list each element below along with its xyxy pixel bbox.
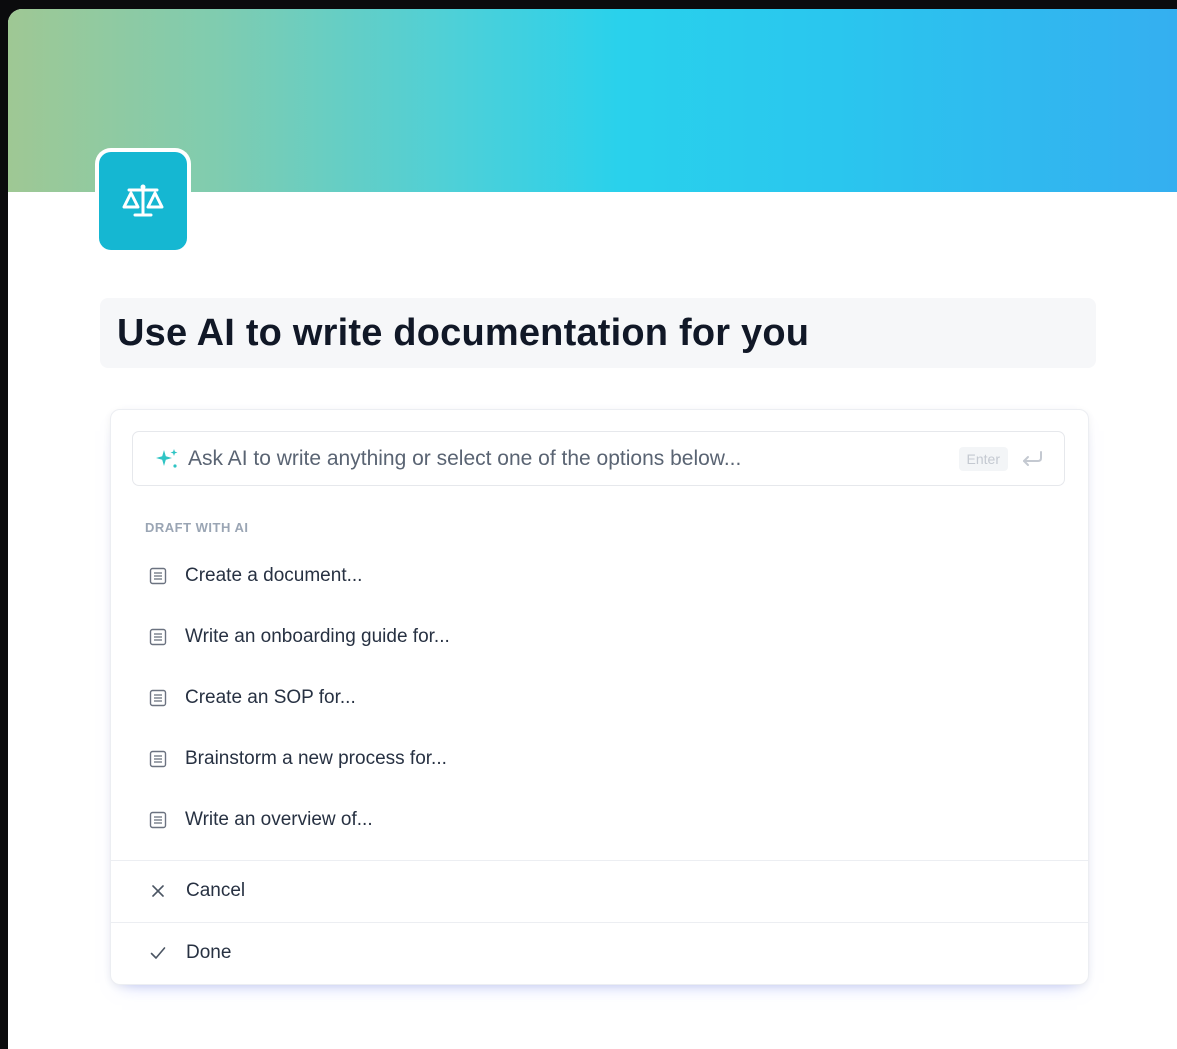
section-label-draft-with-ai: DRAFT WITH AI <box>145 520 249 535</box>
page-title[interactable]: Use AI to write documentation for you <box>117 312 809 355</box>
done-label: Done <box>186 942 232 963</box>
document-icon <box>149 567 167 585</box>
menu-item-label: Brainstorm a new process for... <box>185 748 447 769</box>
sparkle-icon <box>155 447 179 471</box>
ai-prompt-input[interactable] <box>188 446 959 471</box>
ai-prompt-box[interactable]: Enter <box>132 431 1065 486</box>
page-title-block[interactable]: Use AI to write documentation for you <box>100 298 1096 368</box>
document-window: Use AI to write documentation for you En… <box>8 9 1177 1049</box>
page-icon[interactable] <box>95 148 191 254</box>
done-button[interactable]: Done <box>135 929 1065 977</box>
menu-item-onboarding-guide[interactable]: Write an onboarding guide for... <box>135 615 1065 659</box>
enter-key-badge: Enter <box>958 446 1008 471</box>
check-icon <box>150 945 166 961</box>
menu-item-create-document[interactable]: Create a document... <box>135 554 1065 598</box>
menu-item-write-overview[interactable]: Write an overview of... <box>135 798 1065 842</box>
menu-item-label: Create an SOP for... <box>185 687 356 708</box>
document-icon <box>149 689 167 707</box>
divider <box>111 922 1088 923</box>
document-icon <box>149 811 167 829</box>
menu-item-label: Create a document... <box>185 565 363 586</box>
document-icon <box>149 750 167 768</box>
return-icon[interactable] <box>1020 449 1044 469</box>
document-icon <box>149 628 167 646</box>
cancel-label: Cancel <box>186 880 246 901</box>
divider <box>111 860 1088 861</box>
menu-item-brainstorm-process[interactable]: Brainstorm a new process for... <box>135 737 1065 781</box>
menu-item-create-sop[interactable]: Create an SOP for... <box>135 676 1065 720</box>
close-icon <box>150 883 166 899</box>
scales-icon <box>99 152 187 250</box>
ai-assistant-panel: Enter DRAFT WITH AI Create a document... <box>110 409 1089 985</box>
menu-item-label: Write an onboarding guide for... <box>185 626 450 647</box>
menu-item-label: Write an overview of... <box>185 809 373 830</box>
cancel-button[interactable]: Cancel <box>135 867 1065 915</box>
